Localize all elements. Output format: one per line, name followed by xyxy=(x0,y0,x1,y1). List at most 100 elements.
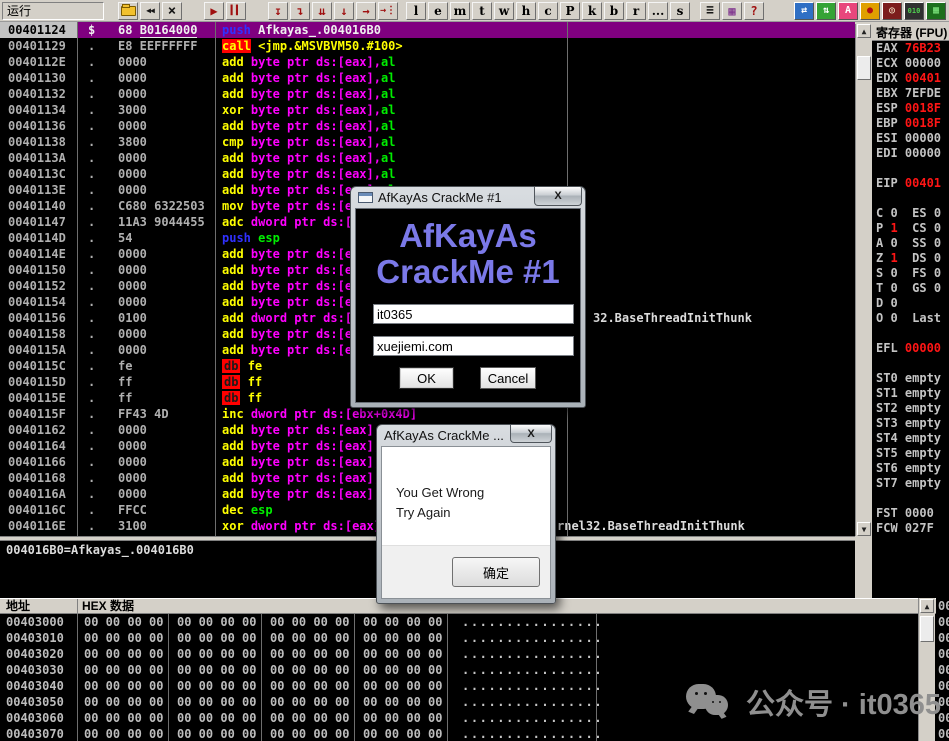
go-to-button[interactable]: →⋮ xyxy=(378,2,398,20)
swap-arrows-button[interactable]: ⇄ xyxy=(794,2,814,20)
ok-button[interactable]: OK xyxy=(399,367,454,389)
register-line[interactable]: ESP 0018F xyxy=(872,101,949,116)
close-icon[interactable]: X xyxy=(534,187,582,206)
disasm-row[interactable]: 00401138.3800cmp byte ptr ds:[eax],al xyxy=(0,134,855,150)
toolbar-letter-buttons: lemtwhcPkbr...s xyxy=(406,2,690,20)
register-spacer xyxy=(872,491,949,506)
toolbar-plugin-buttons: ⇄⇅A●◎010▦ xyxy=(794,2,946,20)
register-line[interactable]: D 0 xyxy=(872,296,949,311)
window-button-m[interactable]: m xyxy=(450,2,470,20)
registers-lines: EAX 76B23ECX 00000EDX 00401EBX 7EFDEESP … xyxy=(872,41,949,536)
serial-input[interactable] xyxy=(373,304,574,324)
animate-over-button[interactable]: ↓ xyxy=(334,2,354,20)
dump-header-divider xyxy=(77,599,78,614)
record-dot-button[interactable]: ● xyxy=(860,2,880,20)
step-into-button[interactable]: ↧ xyxy=(268,2,288,20)
close-icon[interactable]: X xyxy=(510,425,552,443)
register-line[interactable]: FCW 027F xyxy=(872,521,949,536)
register-line[interactable]: EBP 0018F xyxy=(872,116,949,131)
close-button[interactable]: × xyxy=(162,2,182,20)
disasm-row[interactable]: 00401124$68 B0164000push Afkayas_.004016… xyxy=(0,22,855,38)
register-line[interactable]: S 0 FS 0 xyxy=(872,266,949,281)
message-dialog: AfKayAs CrackMe ... X You Get Wrong Try … xyxy=(376,424,556,604)
window-button-c[interactable]: c xyxy=(538,2,558,20)
register-line[interactable]: EDI 00000 xyxy=(872,146,949,161)
window-button-b[interactable]: b xyxy=(604,2,624,20)
register-line[interactable]: EDX 00401 xyxy=(872,71,949,86)
disasm-row[interactable]: 0040113A.0000add byte ptr ds:[eax],al xyxy=(0,150,855,166)
restart-button[interactable]: ◀◀ xyxy=(140,2,160,20)
register-line[interactable]: Z 1 DS 0 xyxy=(872,251,949,266)
window-button-e[interactable]: e xyxy=(428,2,448,20)
register-line[interactable]: ST5 empty xyxy=(872,446,949,461)
target-rings-button[interactable]: ◎ xyxy=(882,2,902,20)
run-button[interactable]: ▶ xyxy=(204,2,224,20)
disasm-row[interactable]: 0040112E.0000add byte ptr ds:[eax],al xyxy=(0,54,855,70)
register-line[interactable]: ST0 empty xyxy=(872,371,949,386)
register-line[interactable]: EBX 7EFDE xyxy=(872,86,949,101)
scroll-down-icon[interactable]: ▼ xyxy=(857,522,871,536)
assembler-a-button[interactable]: A xyxy=(838,2,858,20)
disasm-row[interactable]: 0040115F.FF43 4Dinc dword ptr ds:[ebx+0x… xyxy=(0,406,855,422)
windows-button[interactable]: ▦ xyxy=(722,2,742,20)
disasm-row[interactable]: 00401129.E8 EEFFFFFFcall <jmp.&MSVBVM50.… xyxy=(0,38,855,54)
register-line[interactable]: ECX 00000 xyxy=(872,56,949,71)
execute-till-return-button[interactable]: → xyxy=(356,2,376,20)
register-line[interactable]: O 0 Last xyxy=(872,311,949,326)
confirm-button[interactable]: 确定 xyxy=(452,557,540,587)
disasm-row[interactable]: 00401132.0000add byte ptr ds:[eax],al xyxy=(0,86,855,102)
dump-row[interactable]: 0040300000 00 00 0000 00 00 0000 00 00 0… xyxy=(0,614,936,630)
step-over-button[interactable]: ↴ xyxy=(290,2,310,20)
scroll-up-icon[interactable]: ▲ xyxy=(920,599,934,613)
register-line[interactable]: ST6 empty xyxy=(872,461,949,476)
dump-row[interactable]: 0040301000 00 00 0000 00 00 0000 00 00 0… xyxy=(0,630,936,646)
dump-row[interactable]: 0040302000 00 00 0000 00 00 0000 00 00 0… xyxy=(0,646,936,662)
register-line[interactable]: ST3 empty xyxy=(872,416,949,431)
register-line[interactable]: ST2 empty xyxy=(872,401,949,416)
register-line[interactable]: ST1 empty xyxy=(872,386,949,401)
register-line[interactable]: ST4 empty xyxy=(872,431,949,446)
register-line[interactable]: FST 0000 xyxy=(872,506,949,521)
window-button-k[interactable]: k xyxy=(582,2,602,20)
registers-pane[interactable]: 寄存器 (FPU) EAX 76B23ECX 00000EDX 00401EBX… xyxy=(872,24,949,598)
updown-arrows-button[interactable]: ⇅ xyxy=(816,2,836,20)
open-file-button[interactable] xyxy=(118,2,138,20)
scroll-up-icon[interactable]: ▲ xyxy=(857,24,871,38)
register-line[interactable]: P 1 CS 0 xyxy=(872,221,949,236)
register-line[interactable]: C 0 ES 0 xyxy=(872,206,949,221)
binary-chip-button[interactable]: 010 xyxy=(904,2,924,20)
window-button-P[interactable]: P xyxy=(560,2,580,20)
cancel-button[interactable]: Cancel xyxy=(480,367,536,389)
disasm-scrollbar[interactable]: ▲ ▼ xyxy=(855,24,871,536)
register-line[interactable]: EAX 76B23 xyxy=(872,41,949,56)
memory-grid-button[interactable]: ▦ xyxy=(926,2,946,20)
disasm-row[interactable]: 00401130.0000add byte ptr ds:[eax],al xyxy=(0,70,855,86)
log-button[interactable]: ≡ xyxy=(700,2,720,20)
register-line[interactable]: T 0 GS 0 xyxy=(872,281,949,296)
register-line[interactable]: A 0 SS 0 xyxy=(872,236,949,251)
window-button-w[interactable]: w xyxy=(494,2,514,20)
name-input[interactable] xyxy=(373,336,574,356)
register-line[interactable]: ESI 00000 xyxy=(872,131,949,146)
register-line[interactable]: EFL 00000 xyxy=(872,341,949,356)
register-line[interactable]: EIP 00401 xyxy=(872,176,949,191)
scroll-thumb[interactable] xyxy=(857,56,871,80)
crackme-dialog-title: AfKayAs CrackMe #1 xyxy=(378,190,502,205)
disasm-row[interactable]: 0040113C.0000add byte ptr ds:[eax],al xyxy=(0,166,855,182)
dump-row[interactable]: 0040307000 00 00 0000 00 00 0000 00 00 0… xyxy=(0,726,936,741)
window-button-t[interactable]: t xyxy=(472,2,492,20)
scroll-thumb[interactable] xyxy=(920,616,934,642)
disasm-row[interactable]: 00401134.3000xor byte ptr ds:[eax],al xyxy=(0,102,855,118)
register-line[interactable]: ST7 empty xyxy=(872,476,949,491)
window-button-h[interactable]: h xyxy=(516,2,536,20)
registers-title: 寄存器 (FPU) xyxy=(872,24,949,41)
animate-into-button[interactable]: ⇊ xyxy=(312,2,332,20)
window-button-r[interactable]: r xyxy=(626,2,646,20)
message-dialog-body: You Get Wrong Try Again 确定 xyxy=(381,446,551,599)
window-button-s[interactable]: s xyxy=(670,2,690,20)
window-button-dotdotdot[interactable]: ... xyxy=(648,2,668,20)
window-button-l[interactable]: l xyxy=(406,2,426,20)
help-button[interactable]: ? xyxy=(744,2,764,20)
pause-button[interactable]: ▍▍ xyxy=(226,2,246,20)
disasm-row[interactable]: 00401136.0000add byte ptr ds:[eax],al xyxy=(0,118,855,134)
